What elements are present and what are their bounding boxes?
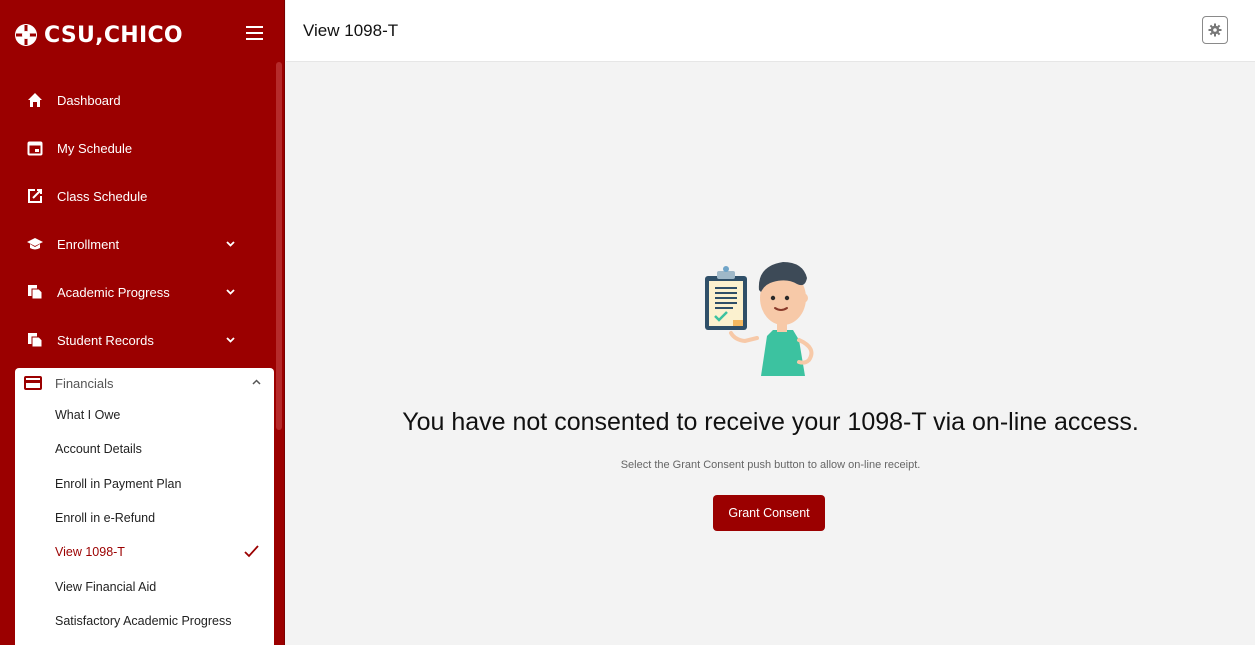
sidebar-subitem-label: Satisfactory Academic Progress (55, 613, 232, 628)
sidebar-subitem-label: View Financial Aid (55, 579, 157, 594)
grant-consent-button[interactable]: Grant Consent (713, 495, 825, 531)
student-clipboard-illustration (705, 262, 814, 376)
sidebar-item-enrollment[interactable]: Enrollment (0, 220, 276, 268)
sidebar: CSU,CHICO Dashboard My Schedule Class Sc… (0, 0, 285, 645)
sidebar-item-label: Financials (55, 375, 114, 391)
sidebar-item-label: Student Records (57, 332, 154, 348)
consent-headline: You have not consented to receive your 1… (402, 408, 1139, 436)
chevron-up-icon (252, 379, 261, 385)
sidebar-item-label: My Schedule (57, 140, 133, 156)
sidebar-subitem-satisfactory-academic-progress[interactable]: Satisfactory Academic Progress (15, 604, 274, 638)
home-icon (27, 92, 43, 108)
sidebar-item-my-schedule[interactable]: My Schedule (0, 124, 276, 172)
settings-button[interactable] (1202, 16, 1228, 44)
sidebar-subitem-view-1098t[interactable]: View 1098-T (15, 535, 274, 569)
sidebar-subitem-label: Enroll in e-Refund (55, 511, 156, 526)
brand-logo-text: CSU,CHICO (44, 22, 183, 48)
documents-icon (27, 284, 43, 300)
calendar-icon (27, 140, 43, 156)
brand[interactable]: CSU,CHICO (0, 0, 284, 70)
gear-icon (1208, 23, 1222, 37)
sidebar-nav: Dashboard My Schedule Class Schedule Enr… (0, 76, 276, 364)
credit-card-icon (24, 375, 42, 391)
sidebar-item-label: Dashboard (57, 92, 121, 108)
checkmark-icon (244, 545, 259, 558)
sidebar-item-student-records[interactable]: Student Records (0, 316, 276, 364)
sidebar-item-dashboard[interactable]: Dashboard (0, 76, 276, 124)
chevron-down-icon (226, 289, 235, 295)
external-edit-icon (27, 188, 43, 204)
sidebar-item-label: Academic Progress (57, 284, 170, 300)
sidebar-item-academic-progress[interactable]: Academic Progress (0, 268, 276, 316)
sidebar-item-financials[interactable]: Financials (15, 368, 274, 398)
chevron-down-icon (226, 337, 235, 343)
chico-logo-icon (14, 23, 38, 47)
sidebar-subitem-label: What I Owe (55, 408, 121, 423)
sidebar-subitem-label: View 1098-T (55, 545, 125, 560)
sidebar-subitem-what-i-owe[interactable]: What I Owe (15, 398, 274, 432)
chevron-down-icon (226, 241, 235, 247)
consent-instructions: Select the Grant Consent push button to … (620, 459, 921, 471)
sidebar-item-class-schedule[interactable]: Class Schedule (0, 172, 276, 220)
sidebar-subitem-enroll-e-refund[interactable]: Enroll in e-Refund (15, 501, 274, 535)
sidebar-item-label: Enrollment (57, 236, 120, 252)
sidebar-subitem-label: Enroll in Payment Plan (55, 476, 182, 491)
sidebar-item-label: Class Schedule (57, 188, 148, 204)
sidebar-subitem-label: Account Details (55, 442, 142, 457)
sidebar-subitem-enroll-payment-plan[interactable]: Enroll in Payment Plan (15, 467, 274, 501)
sidebar-subitem-account-details[interactable]: Account Details (15, 432, 274, 466)
page-title: View 1098-T (303, 21, 399, 40)
documents-icon (27, 332, 43, 348)
top-header: View 1098-T (286, 0, 1255, 62)
financials-panel: Financials What I Owe Account Details En… (15, 368, 274, 645)
main-content: You have not consented to receive your 1… (286, 63, 1255, 645)
graduation-cap-icon (27, 236, 43, 252)
sidebar-subitem-view-financial-aid[interactable]: View Financial Aid (15, 569, 274, 603)
sidebar-scrollbar[interactable] (276, 62, 282, 430)
menu-toggle-icon[interactable] (246, 26, 263, 40)
